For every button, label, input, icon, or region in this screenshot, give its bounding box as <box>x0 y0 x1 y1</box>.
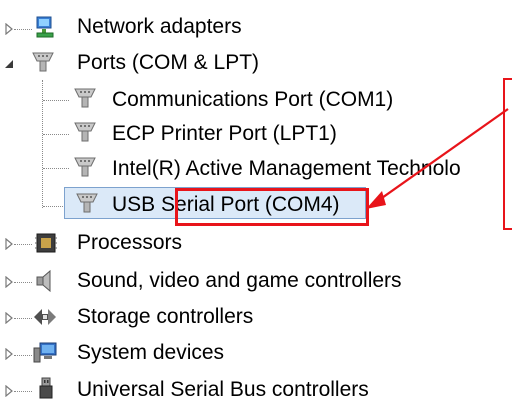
tree-item-label: Storage controllers <box>77 305 254 328</box>
expand-arrow-icon[interactable] <box>4 312 14 324</box>
expand-arrow-icon[interactable] <box>4 276 14 288</box>
tree-item-label: ECP Printer Port (LPT1) <box>112 122 337 145</box>
expand-arrow-icon[interactable] <box>4 385 14 397</box>
tree-item-label: Processors <box>77 231 183 254</box>
system-devices-icon <box>33 342 57 363</box>
tree-item-label: Sound, video and game controllers <box>77 269 402 292</box>
port-icon <box>32 52 54 72</box>
expand-arrow-icon[interactable] <box>4 238 14 250</box>
tree-item-label: Network adapters <box>77 15 242 38</box>
tree-item-sound-video[interactable]: Sound, video and game controllers <box>0 263 512 299</box>
port-icon <box>74 122 96 142</box>
expand-arrow-icon[interactable] <box>4 23 14 35</box>
port-icon <box>74 157 96 177</box>
tree-item-system-devices[interactable]: System devices <box>0 336 512 372</box>
tree-item-usb-controllers[interactable]: Universal Serial Bus controllers <box>0 372 512 408</box>
tree-item-label: Communications Port (COM1) <box>112 88 394 111</box>
tree-item-label: System devices <box>77 341 225 364</box>
tree-item-network-adapters[interactable]: Network adapters <box>0 10 512 46</box>
tree-item-storage[interactable]: Storage controllers <box>0 300 512 336</box>
collapse-arrow-icon[interactable] <box>4 58 14 70</box>
processor-icon <box>35 233 57 253</box>
tree-item-ports[interactable]: Ports (COM & LPT) <box>0 46 512 82</box>
port-icon <box>74 88 96 108</box>
tree-item-processors[interactable]: Processors <box>0 226 512 262</box>
speaker-icon <box>36 269 51 293</box>
network-adapter-icon <box>36 16 54 38</box>
red-highlight-box <box>175 188 369 226</box>
expand-arrow-icon[interactable] <box>4 348 14 360</box>
storage-icon <box>34 309 56 325</box>
red-arrow-icon <box>366 108 509 209</box>
port-icon <box>76 193 98 213</box>
device-manager-tree: Network adapters Ports (COM & LPT) Commu… <box>0 0 512 401</box>
tree-item-label: Ports (COM & LPT) <box>77 51 260 74</box>
usb-icon <box>39 377 53 399</box>
tree-item-label: Universal Serial Bus controllers <box>77 378 369 401</box>
